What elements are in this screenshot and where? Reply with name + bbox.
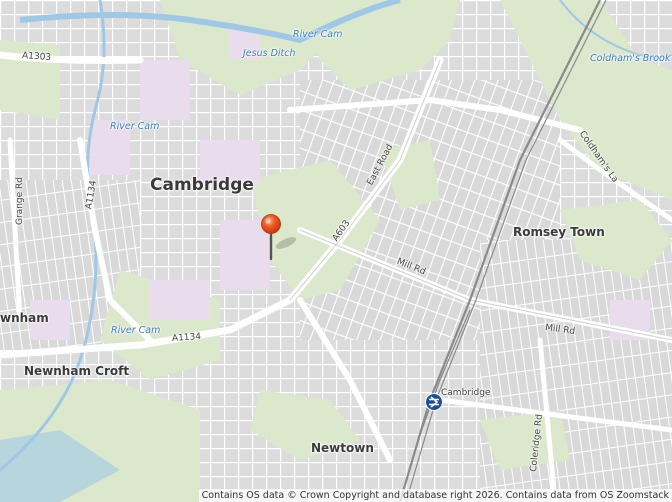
place-label-newtown: Newtown	[311, 441, 374, 455]
place-label-cambridge: Cambridge	[150, 175, 254, 195]
place-label-romsey-town: Romsey Town	[513, 225, 605, 239]
road-label-a1134-south: A1134	[171, 331, 202, 345]
road-label-grange-rd: Grange Rd	[14, 177, 25, 225]
railway-station-icon[interactable]	[425, 393, 443, 411]
water-label-river-cam-north: River Cam	[293, 29, 343, 40]
map-base-layer	[0, 0, 672, 502]
place-label-newnham-croft: Newnham Croft	[24, 364, 130, 378]
water-label-coldhams-brook: Coldham's Brook	[590, 53, 671, 64]
road-label-a1303: A1303	[21, 50, 52, 64]
map-attribution: Contains OS data © Crown Copyright and d…	[198, 489, 672, 502]
station-label-cambridge: Cambridge	[441, 388, 491, 398]
map-canvas[interactable]: Cambridge Romsey Town Newnham Croft wnha…	[0, 0, 672, 502]
water-label-river-cam-west: River Cam	[110, 121, 160, 132]
map-pin-icon[interactable]	[259, 213, 283, 263]
place-label-newnham: wnham	[0, 311, 49, 325]
water-label-river-cam-south: River Cam	[111, 325, 161, 336]
water-label-jesus-ditch: Jesus Ditch	[243, 48, 296, 59]
